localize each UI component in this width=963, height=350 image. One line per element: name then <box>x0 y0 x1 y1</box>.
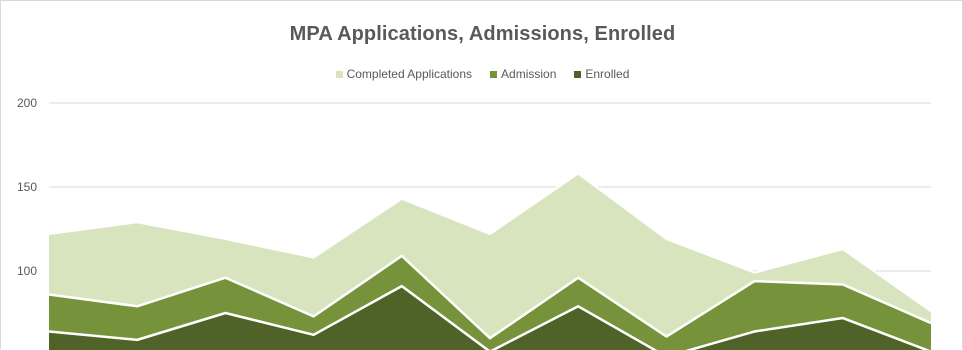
legend-item-completed-applications: Completed Applications <box>336 67 472 81</box>
legend-label-admission: Admission <box>501 67 556 81</box>
y-tick-label-200: 200 <box>17 96 37 110</box>
y-tick-label-100: 100 <box>17 264 37 278</box>
y-tick-label-150: 150 <box>17 180 37 194</box>
legend-swatch-completed-applications <box>336 71 343 78</box>
legend-item-admission: Admission <box>490 67 556 81</box>
legend-swatch-admission <box>490 71 497 78</box>
legend-item-enrolled: Enrolled <box>574 67 629 81</box>
chart-legend: Completed Applications Admission Enrolle… <box>1 67 963 81</box>
legend-label-enrolled: Enrolled <box>585 67 629 81</box>
legend-label-completed-applications: Completed Applications <box>347 67 472 81</box>
chart-title: MPA Applications, Admissions, Enrolled <box>1 23 963 46</box>
chart-container: 20015010050 MPA Applications, Admissions… <box>0 0 963 349</box>
legend-swatch-enrolled <box>574 71 581 78</box>
area-chart-plot: 20015010050 <box>1 1 963 350</box>
